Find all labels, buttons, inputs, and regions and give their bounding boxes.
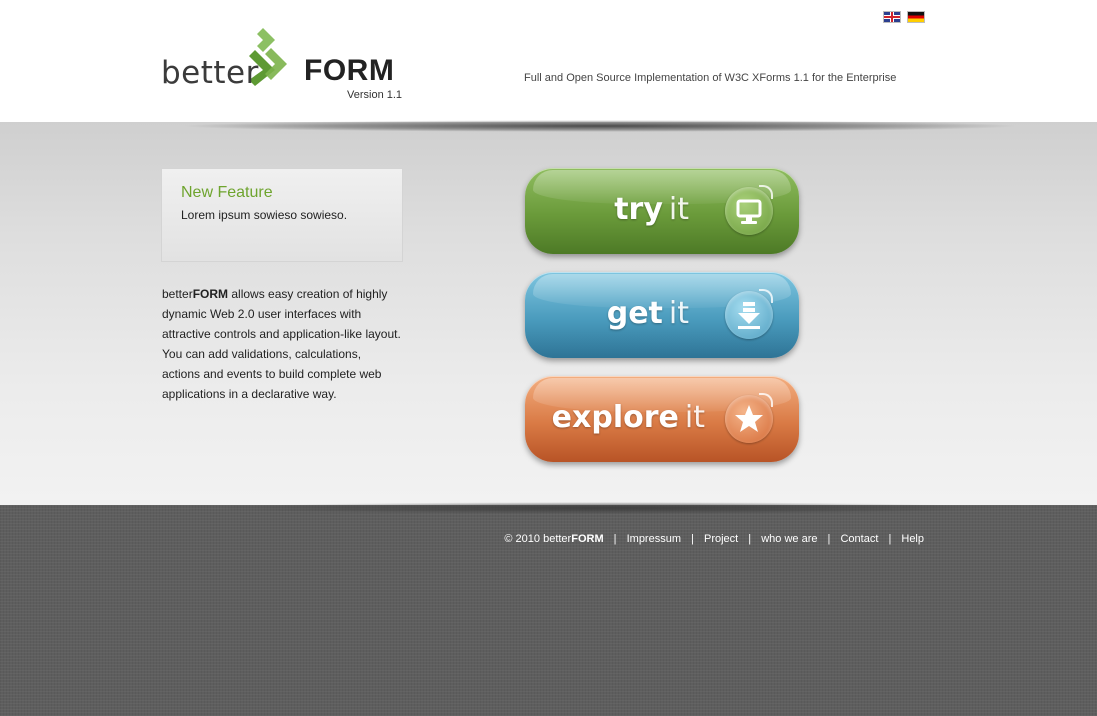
footer: © 2010 betterFORM | Impressum | Project … [0,502,1097,716]
get-it-label: get it [607,296,689,331]
get-it-button[interactable]: get it [525,272,799,358]
german-flag-icon[interactable] [907,11,925,23]
try-label-light: it [668,192,689,227]
explore-it-label: explore it [552,400,705,435]
logo-form-text: FORM [304,54,395,87]
try-label-strong: try [614,192,663,227]
header: better FORM Version 1.1 Full and Open So… [0,0,1097,122]
explore-label-light: it [684,400,705,435]
get-label-light: it [668,296,689,331]
english-flag-icon[interactable] [883,11,901,23]
header-shadow-divider [180,120,1020,132]
footer-link-who-we-are[interactable]: who we are [761,533,817,545]
copyright-prefix: © 2010 better [504,533,572,545]
footer-separator: | [888,533,892,545]
try-it-label: try it [614,192,689,227]
footer-link-impressum[interactable]: Impressum [627,533,681,545]
footer-separator: | [748,533,752,545]
get-label-strong: get [606,296,663,331]
description-brand-bold: FORM [192,287,229,301]
feature-title: New Feature [181,184,273,201]
footer-separator: | [827,533,831,545]
logo-better-text: better [161,55,259,91]
explore-it-button[interactable]: explore it [525,376,799,462]
new-feature-box: New Feature Lorem ipsum sowieso sowieso. [161,168,403,262]
explore-label-strong: explore [551,400,679,435]
version-label: Version 1.1 [347,89,403,101]
footer-link-project[interactable]: Project [704,533,738,545]
copyright-brand: FORM [571,533,604,545]
footer-shadow-divider [210,502,1010,514]
description-text: allows easy creation of highly dynamic W… [162,287,401,401]
footer-links: © 2010 betterFORM | Impressum | Project … [474,533,924,545]
footer-link-help[interactable]: Help [901,533,924,545]
description-brand-light: better [162,287,193,301]
logo[interactable]: better FORM Version 1.1 [161,28,406,104]
footer-separator: | [613,533,617,545]
copyright: © 2010 betterFORM [504,533,603,545]
feature-text: Lorem ipsum sowieso sowieso. [181,208,348,222]
main-content: New Feature Lorem ipsum sowieso sowieso.… [0,120,1097,505]
tagline: Full and Open Source Implementation of W… [524,72,897,84]
description-paragraph: betterFORM allows easy creation of highl… [162,284,402,404]
footer-separator: | [691,533,694,545]
footer-link-contact[interactable]: Contact [840,533,878,545]
try-it-button[interactable]: try it [525,168,799,254]
